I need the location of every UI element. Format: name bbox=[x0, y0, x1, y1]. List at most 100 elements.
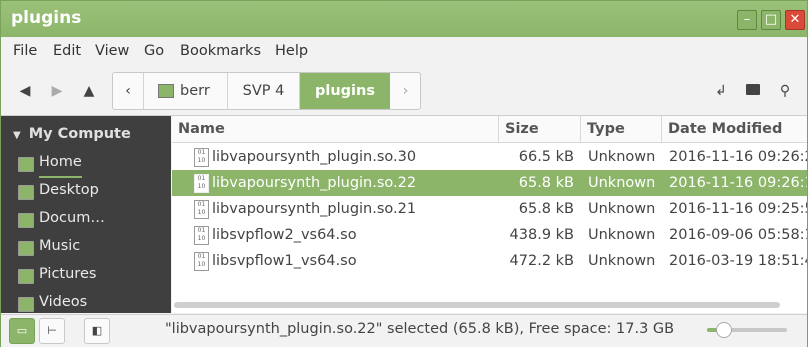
title-bar[interactable]: plugins – □ ✕ bbox=[1, 1, 807, 37]
breadcrumb-item-berr[interactable]: berr bbox=[144, 73, 228, 109]
file-name: libsvpflow1_vs64.so bbox=[212, 253, 357, 269]
file-list: Name Size Type Date Modified 01 10 libvap… bbox=[172, 116, 807, 313]
breadcrumb-item-svp4[interactable]: SVP 4 bbox=[228, 73, 300, 109]
desktop-folder-icon bbox=[18, 185, 34, 200]
binary-file-icon: 01 10 bbox=[194, 148, 209, 167]
file-manager-window: plugins – □ ✕ File Edit View Go Bookmark… bbox=[0, 0, 808, 347]
file-size: 66.5 kB bbox=[518, 149, 574, 165]
chevron-left-icon: ‹ bbox=[125, 83, 131, 99]
horizontal-scrollbar[interactable] bbox=[174, 302, 780, 308]
menu-edit[interactable]: Edit bbox=[53, 43, 81, 59]
new-folder-button[interactable] bbox=[742, 81, 764, 101]
sidebar-item-label: Music bbox=[39, 238, 81, 254]
menu-file[interactable]: File bbox=[13, 43, 37, 59]
tree-icon: ⊢ bbox=[47, 324, 57, 337]
binary-file-icon: 01 10 bbox=[194, 174, 209, 193]
breadcrumb-next-button[interactable]: › bbox=[391, 73, 420, 109]
table-row[interactable]: 01 10 libsvpflow1_vs64.so 472.2 kB Unknow… bbox=[172, 248, 807, 274]
breadcrumb-prev-button[interactable]: ‹ bbox=[113, 73, 144, 109]
toolbar: ◀ ▶ ▲ ‹ berr SVP 4 plugins › ↲ ⚲ bbox=[1, 67, 807, 116]
search-button[interactable]: ⚲ bbox=[774, 81, 796, 101]
sidebar-toggle-icon: ◧ bbox=[91, 324, 103, 337]
file-name: libvapoursynth_plugin.so.21 bbox=[212, 201, 417, 217]
file-size: 438.9 kB bbox=[509, 227, 574, 243]
sidebar-item-label: Pictures bbox=[39, 266, 97, 282]
file-date: 2016-09-06 05:58:1 bbox=[669, 227, 807, 243]
breadcrumb-item-plugins[interactable]: plugins bbox=[300, 73, 390, 109]
close-button[interactable]: ✕ bbox=[785, 10, 805, 30]
file-date: 2016-11-16 09:25:5 bbox=[669, 201, 807, 217]
sidebar-item-desktop[interactable]: Desktop bbox=[18, 182, 99, 204]
column-header-size[interactable]: Size bbox=[499, 116, 581, 143]
sidebar-item-pictures[interactable]: Pictures bbox=[18, 266, 97, 288]
music-folder-icon bbox=[18, 241, 34, 256]
pictures-folder-icon bbox=[18, 269, 34, 284]
column-header-type[interactable]: Type bbox=[581, 116, 662, 143]
binary-file-icon: 01 10 bbox=[194, 252, 209, 271]
window-title: plugins bbox=[11, 8, 82, 28]
file-type: Unknown bbox=[588, 149, 656, 165]
sidebar-item-music[interactable]: Music bbox=[18, 238, 81, 260]
back-button[interactable]: ◀ bbox=[14, 81, 36, 101]
column-header-date-modified[interactable]: Date Modified bbox=[662, 116, 807, 143]
show-tree-button[interactable]: ⊢ bbox=[39, 318, 65, 344]
chevron-right-icon: › bbox=[402, 83, 409, 99]
sidebar: ▼ My Compute Home Desktop Docum… Music Pi… bbox=[1, 116, 171, 313]
sidebar-item-home[interactable]: Home bbox=[18, 154, 82, 178]
file-name: libvapoursynth_plugin.so.30 bbox=[212, 149, 417, 165]
minimize-button[interactable]: – bbox=[737, 10, 757, 30]
home-folder-icon bbox=[18, 157, 34, 172]
table-row[interactable]: 01 10 libvapoursynth_plugin.so.21 65.8 kB… bbox=[172, 196, 807, 222]
forward-button[interactable]: ▶ bbox=[46, 81, 68, 101]
folder-icon bbox=[746, 84, 760, 95]
sidebar-item-label: Videos bbox=[39, 294, 88, 310]
binary-file-icon: 01 10 bbox=[194, 200, 209, 219]
status-text: "libvapoursynth_plugin.so.22" selected (… bbox=[165, 321, 675, 337]
sidebar-section-my-computer[interactable]: ▼ My Compute bbox=[13, 126, 131, 142]
return-arrow-icon: ↲ bbox=[715, 83, 727, 99]
menu-bar: File Edit View Go Bookmarks Help bbox=[1, 37, 807, 67]
menu-go[interactable]: Go bbox=[144, 43, 164, 59]
file-name: libvapoursynth_plugin.so.22 bbox=[212, 175, 417, 191]
breadcrumb: ‹ berr SVP 4 plugins › bbox=[112, 72, 421, 110]
menu-view[interactable]: View bbox=[95, 43, 129, 59]
zoom-slider-handle[interactable] bbox=[716, 322, 732, 338]
up-button[interactable]: ▲ bbox=[78, 81, 100, 101]
file-size: 65.8 kB bbox=[518, 175, 574, 191]
file-type: Unknown bbox=[588, 253, 656, 269]
sidebar-item-label: Desktop bbox=[39, 182, 99, 198]
file-type: Unknown bbox=[588, 201, 656, 217]
open-terminal-button[interactable]: ↲ bbox=[710, 81, 732, 101]
column-header-name[interactable]: Name bbox=[172, 116, 499, 143]
file-date: 2016-11-16 09:26:2 bbox=[669, 149, 807, 165]
sidebar-item-documents[interactable]: Docum… bbox=[18, 210, 105, 232]
file-name: libsvpflow2_vs64.so bbox=[212, 227, 357, 243]
sidebar-item-videos[interactable]: Videos bbox=[18, 294, 88, 313]
status-bar: ▭ ⊢ ◧ "libvapoursynth_plugin.so.22" sele… bbox=[1, 314, 807, 347]
menu-help[interactable]: Help bbox=[275, 43, 308, 59]
toggle-sidebar-button[interactable]: ◧ bbox=[84, 318, 110, 344]
file-type: Unknown bbox=[588, 227, 656, 243]
arrow-left-icon: ◀ bbox=[19, 83, 31, 99]
breadcrumb-label: berr bbox=[180, 83, 210, 99]
arrow-right-icon: ▶ bbox=[51, 83, 63, 99]
expand-arrow-icon: ▼ bbox=[13, 130, 21, 141]
maximize-button[interactable]: □ bbox=[761, 10, 781, 30]
home-folder-icon bbox=[158, 84, 174, 98]
file-type: Unknown bbox=[588, 175, 656, 191]
arrow-up-icon: ▲ bbox=[83, 83, 95, 99]
search-icon: ⚲ bbox=[779, 83, 791, 99]
documents-folder-icon bbox=[18, 213, 34, 228]
file-date: 2016-03-19 18:51:4 bbox=[669, 253, 807, 269]
table-row[interactable]: 01 10 libvapoursynth_plugin.so.30 66.5 kB… bbox=[172, 144, 807, 170]
file-size: 65.8 kB bbox=[518, 201, 574, 217]
show-places-button[interactable]: ▭ bbox=[9, 318, 35, 344]
sidebar-item-label: Docum… bbox=[39, 210, 105, 226]
sidebar-heading-label: My Compute bbox=[28, 126, 131, 142]
zoom-slider[interactable] bbox=[707, 322, 787, 338]
file-size: 472.2 kB bbox=[509, 253, 574, 269]
binary-file-icon: 01 10 bbox=[194, 226, 209, 245]
table-row[interactable]: 01 10 libvapoursynth_plugin.so.22 65.8 kB… bbox=[172, 170, 807, 196]
table-row[interactable]: 01 10 libsvpflow2_vs64.so 438.9 kB Unknow… bbox=[172, 222, 807, 248]
menu-bookmarks[interactable]: Bookmarks bbox=[180, 43, 261, 59]
